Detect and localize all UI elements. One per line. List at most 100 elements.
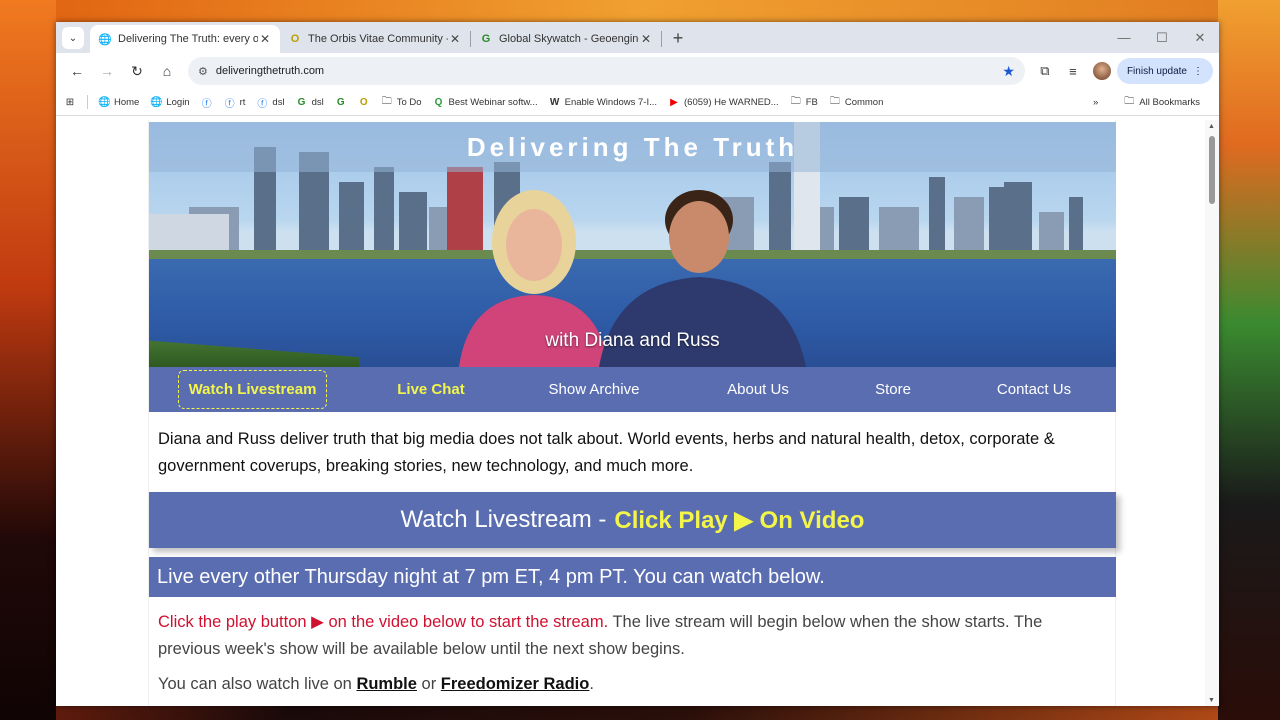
page-viewport: Delivering The Truth with Diana and Russ — [56, 120, 1219, 706]
bookmark-webinar[interactable]: Q Best Webinar softw... — [433, 97, 538, 108]
folder-icon: 🗀 — [790, 95, 801, 107]
arrow-left-icon: ← — [70, 63, 84, 79]
tab-strip: ⌄ 🌐 Delivering The Truth: every othe ✕ O… — [56, 22, 1219, 53]
browser-toolbar: ← → ↻ ⌂ ⚙ deliveringthetruth.com ★ ⧉ ≡ F… — [56, 53, 1219, 89]
globe-icon: 🌐 — [150, 96, 163, 108]
nav-live-chat[interactable]: Live Chat — [356, 381, 506, 398]
maximize-icon[interactable]: ☐ — [1143, 22, 1181, 53]
finish-update-button[interactable]: Finish update ⋮ — [1116, 58, 1213, 84]
close-icon[interactable]: ✕ — [448, 32, 462, 46]
new-tab-button[interactable]: + — [666, 26, 690, 50]
folder-icon: 🗀 — [1124, 95, 1135, 107]
nav-show-archive[interactable]: Show Archive — [506, 381, 682, 398]
globe-icon: 🌐 — [98, 33, 112, 46]
all-bookmarks[interactable]: 🗀 All Bookmarks — [1123, 94, 1200, 111]
address-bar[interactable]: ⚙ deliveringthetruth.com ★ — [188, 57, 1025, 85]
bookmarks-separator — [87, 95, 88, 109]
bookmarks-right: » 🗀 All Bookmarks — [1093, 94, 1211, 111]
tab-title: The Orbis Vitae Community - F — [308, 33, 448, 45]
window-controls: — ☐ ✕ — [1105, 22, 1219, 53]
close-icon[interactable]: ✕ — [639, 32, 653, 46]
nav-contact-us[interactable]: Contact Us — [952, 381, 1116, 398]
tab-title: Delivering The Truth: every othe — [118, 33, 258, 45]
watch-livestream-prefix: Watch Livestream - — [400, 506, 607, 533]
desktop-wallpaper-top — [0, 0, 1280, 22]
site-title: Delivering The Truth — [466, 132, 799, 162]
tab-search-button[interactable]: ⌄ — [62, 27, 84, 49]
desktop-wallpaper-left — [0, 0, 56, 720]
home-icon: ⌂ — [162, 63, 172, 79]
scroll-thumb[interactable] — [1209, 136, 1215, 204]
reload-icon: ↻ — [131, 62, 143, 79]
click-play-highlight: Click Play ▶ On Video — [614, 506, 865, 534]
nav-watch-livestream[interactable]: Watch Livestream — [177, 370, 328, 409]
tab-orbis-vitae[interactable]: O The Orbis Vitae Community - F ✕ — [280, 25, 470, 53]
reload-button[interactable]: ↻ — [122, 56, 152, 86]
intro-text: Diana and Russ deliver truth that big me… — [158, 430, 1055, 475]
chevron-double-right-icon[interactable]: » — [1093, 97, 1098, 108]
bookmarks-bar: ⊞ 🌐 Home 🌐 Login ⓕ ⓕ rt ⓕ dsl Gdsl G O 🗀 To D… — [56, 89, 1219, 116]
scroll-up-icon[interactable]: ▲ — [1208, 123, 1215, 130]
bookmark-youtube[interactable]: ▶ (6059) He WARNED... — [668, 97, 779, 108]
home-button[interactable]: ⌂ — [152, 56, 182, 86]
desktop-wallpaper-right — [1218, 0, 1280, 720]
g-icon: G — [336, 96, 345, 108]
site-subtitle: with Diana and Russ — [545, 330, 720, 351]
rumble-link[interactable]: Rumble — [356, 675, 417, 693]
folder-icon: 🗀 — [829, 95, 840, 107]
forward-button[interactable]: → — [92, 56, 122, 86]
bookmark-login[interactable]: 🌐 Login — [150, 97, 189, 108]
tab-title: Global Skywatch - Geoengineer — [499, 33, 639, 45]
close-icon[interactable]: ✕ — [258, 32, 272, 46]
w-icon: W — [549, 96, 560, 108]
minimize-icon[interactable]: — — [1105, 22, 1143, 53]
skywatch-favicon-icon: G — [481, 33, 491, 45]
tab-delivering-the-truth[interactable]: 🌐 Delivering The Truth: every othe ✕ — [90, 25, 280, 53]
media-controls-icon[interactable]: ≡ — [1059, 57, 1087, 85]
bookmark-common[interactable]: 🗀 Common — [829, 94, 884, 111]
tab-global-skywatch[interactable]: G Global Skywatch - Geoengineer ✕ — [471, 25, 661, 53]
bookmark-windows[interactable]: W Enable Windows 7-I... — [549, 97, 657, 108]
apps-grid-icon[interactable]: ⊞ — [64, 97, 76, 108]
site-content: Delivering The Truth with Diana and Russ — [149, 122, 1116, 698]
chevron-down-icon: ⌄ — [68, 32, 78, 44]
watch-livestream-banner: Watch Livestream - Click Play ▶ On Video — [149, 492, 1116, 548]
plus-icon: + — [672, 27, 684, 48]
close-window-icon[interactable]: ✕ — [1181, 22, 1219, 53]
facebook-icon: ⓕ — [257, 98, 268, 110]
site-info-icon[interactable]: ⚙ — [198, 65, 208, 78]
freedomizer-radio-link[interactable]: Freedomizer Radio — [441, 675, 590, 693]
bookmark-rt[interactable]: ⓕ rt — [224, 95, 246, 110]
url-text[interactable]: deliveringthetruth.com — [216, 65, 1003, 77]
bookmark-g[interactable]: G — [335, 97, 347, 108]
profile-avatar[interactable] — [1092, 62, 1111, 80]
facebook-icon: ⓕ — [224, 98, 235, 110]
globe-icon: 🌐 — [98, 96, 111, 108]
bookmark-home[interactable]: 🌐 Home — [98, 97, 139, 108]
bookmark-facebook[interactable]: ⓕ — [201, 95, 213, 110]
play-instructions: Click the play button ▶ on the video bel… — [158, 613, 609, 631]
youtube-icon: ▶ — [670, 96, 678, 108]
arrow-right-icon: → — [100, 63, 114, 79]
o-icon: O — [359, 96, 368, 108]
tab-separator — [661, 31, 662, 47]
nav-about-us[interactable]: About Us — [682, 381, 834, 398]
schedule-banner: Live every other Thursday night at 7 pm … — [149, 557, 1116, 597]
bookmark-fb-folder[interactable]: 🗀 FB — [790, 94, 818, 111]
bookmark-dsl-fb[interactable]: ⓕ dsl — [256, 95, 284, 110]
orbis-favicon-icon: O — [290, 33, 300, 45]
facebook-icon: ⓕ — [201, 98, 212, 110]
bookmark-dsl-g[interactable]: Gdsl — [296, 97, 324, 108]
bookmark-o[interactable]: O — [358, 97, 370, 108]
nav-cell-watch: Watch Livestream — [149, 370, 356, 409]
scroll-down-icon[interactable]: ▼ — [1208, 697, 1215, 704]
bookmark-todo[interactable]: 🗀 To Do — [381, 94, 422, 111]
extensions-icon[interactable]: ⧉ — [1031, 57, 1059, 85]
g-icon: G — [297, 96, 306, 108]
bookmark-star-icon[interactable]: ★ — [1002, 63, 1015, 80]
site-nav: Watch Livestream Live Chat Show Archive … — [149, 367, 1116, 412]
back-button[interactable]: ← — [62, 56, 92, 86]
nav-store[interactable]: Store — [834, 381, 952, 398]
page-scrollbar[interactable]: ▲ ▼ — [1205, 120, 1219, 706]
instructions-paragraph: Click the play button ▶ on the video bel… — [149, 597, 1116, 663]
